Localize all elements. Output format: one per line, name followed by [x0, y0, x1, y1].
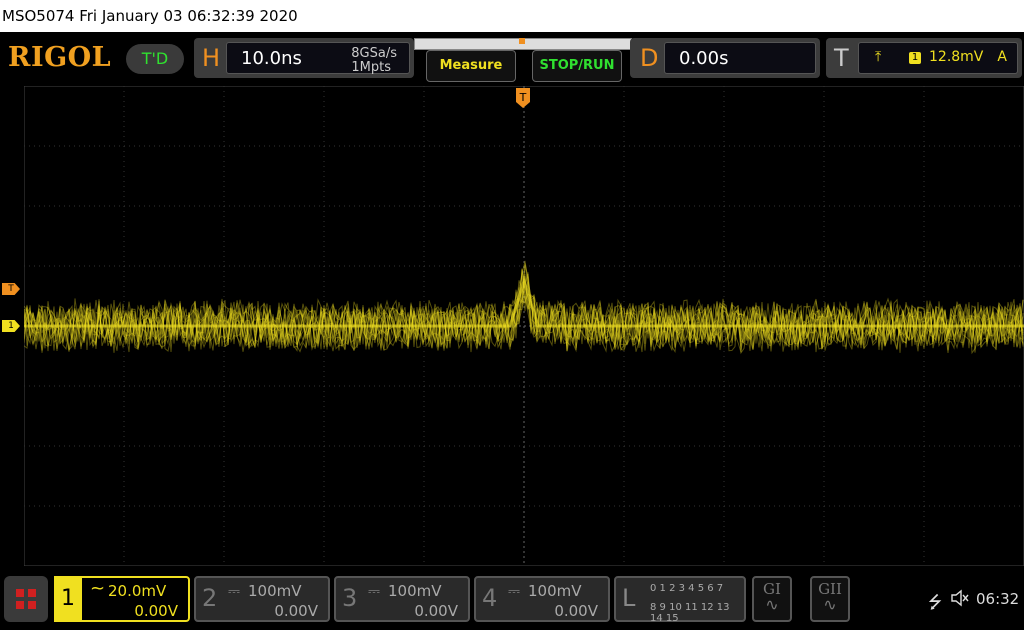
- logic-channels-row2: 8 9 10 11 12 13 14 15: [650, 602, 730, 624]
- channel3-scale: 100mV: [388, 582, 442, 600]
- horizontal-letter: H: [202, 44, 221, 72]
- usb-icon: ⭍: [928, 593, 943, 613]
- channel4-scale: 100mV: [528, 582, 582, 600]
- channel1-scale: 20.0mV: [108, 582, 167, 600]
- channel4-number: 4: [482, 584, 498, 612]
- delay-panel[interactable]: D 0.00s: [630, 38, 820, 78]
- dc-coupling-icon: ⎓: [368, 582, 380, 600]
- channel3-number: 3: [342, 584, 358, 612]
- dc-coupling-icon: ⎓: [228, 582, 240, 600]
- channel3-button[interactable]: 3 ⎓ 100mV 0.00V: [334, 576, 470, 622]
- channel4-button[interactable]: 4 ⎓ 100mV 0.00V: [474, 576, 610, 622]
- trigger-panel[interactable]: T ⤒ 1 12.8mV A: [826, 38, 1022, 78]
- title-bar: MSO5074 Fri January 03 06:32:39 2020: [0, 0, 1024, 32]
- channel1-offset-marker[interactable]: 1: [2, 320, 20, 332]
- measure-button[interactable]: Measure: [426, 50, 516, 82]
- rising-edge-icon: ⤒: [875, 49, 882, 65]
- channel2-scale: 100mV: [248, 582, 302, 600]
- channel2-button[interactable]: 2 ⎓ 100mV 0.00V: [194, 576, 330, 622]
- touch-disable-button[interactable]: T'D: [126, 44, 184, 74]
- channel1-number: 1: [54, 576, 82, 622]
- trigger-level: 12.8mV: [929, 49, 984, 65]
- grid-menu-icon[interactable]: [4, 576, 48, 622]
- horizontal-panel[interactable]: H 10.0ns 8GSa/s 1Mpts: [194, 38, 414, 78]
- memory-position-bar[interactable]: [414, 38, 632, 50]
- memory-position-marker: [519, 38, 525, 44]
- trigger-level-marker[interactable]: T: [2, 283, 20, 295]
- channel2-offset: 0.00V: [274, 602, 318, 620]
- memory-depth: 1Mpts: [351, 60, 391, 75]
- trigger-letter: T: [834, 44, 849, 72]
- ac-coupling-icon: ~: [90, 578, 106, 599]
- channel1-offset: 0.00V: [134, 602, 178, 620]
- bottom-bar: 1 ~ 20.0mV 0.00V 2 ⎓ 100mV 0.00V 3 ⎓ 100…: [0, 570, 1024, 630]
- speaker-mute-icon[interactable]: [950, 589, 970, 611]
- trigger-source: 1: [909, 52, 921, 64]
- waveform-display[interactable]: [24, 86, 1024, 566]
- clock-time: 06:32: [976, 590, 1020, 608]
- generator2-button[interactable]: GII ∿: [810, 576, 850, 622]
- rigol-logo: RIGOL: [8, 42, 112, 73]
- dc-coupling-icon: ⎓: [508, 582, 520, 600]
- delay-letter: D: [640, 44, 659, 72]
- sine-wave-icon: ∿: [765, 595, 779, 614]
- logic-letter: L: [622, 584, 636, 612]
- logic-channels-row1: 0 1 2 3 4 5 6 7: [650, 583, 724, 594]
- logic-analyzer-button[interactable]: L 0 1 2 3 4 5 6 7 8 9 10 11 12 13 14 15: [614, 576, 746, 624]
- trigger-mode: A: [997, 49, 1007, 65]
- timebase-value: 10.0ns: [241, 48, 302, 69]
- generator1-button[interactable]: GI ∿: [752, 576, 792, 622]
- delay-value: 0.00s: [679, 48, 729, 69]
- sine-wave-icon: ∿: [823, 595, 837, 614]
- channel1-button[interactable]: 1 ~ 20.0mV 0.00V: [54, 576, 190, 622]
- title-text: MSO5074 Fri January 03 06:32:39 2020: [2, 7, 298, 25]
- channel4-offset: 0.00V: [554, 602, 598, 620]
- channel3-offset: 0.00V: [414, 602, 458, 620]
- sample-rate: 8GSa/s: [351, 46, 397, 61]
- top-toolbar: RIGOL T'D H 10.0ns 8GSa/s 1Mpts Measure …: [0, 32, 1024, 84]
- channel2-number: 2: [202, 584, 218, 612]
- stop-run-button[interactable]: STOP/RUN: [532, 50, 622, 82]
